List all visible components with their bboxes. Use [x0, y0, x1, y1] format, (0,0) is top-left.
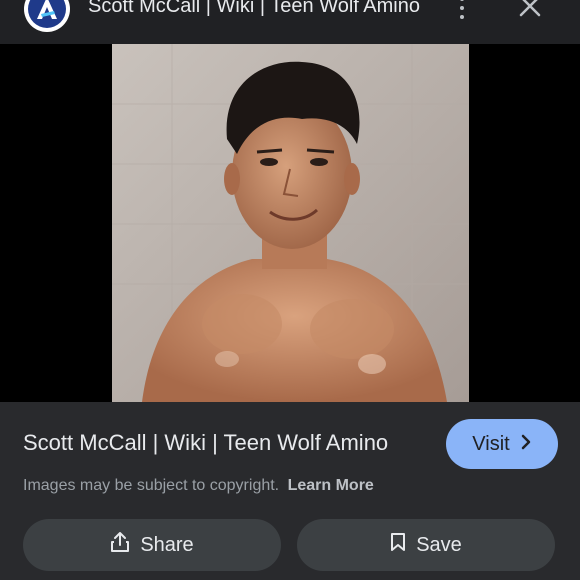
image-viewer	[0, 44, 580, 402]
close-icon[interactable]	[512, 0, 548, 24]
more-dot	[460, 6, 464, 10]
learn-more-link[interactable]: Learn More	[288, 477, 374, 494]
visit-button[interactable]: Visit	[446, 419, 558, 469]
share-label: Share	[140, 533, 194, 556]
viewer-header: Scott McCall | Wiki | Teen Wolf Amino	[0, 0, 580, 44]
bookmark-icon	[390, 532, 406, 558]
result-title[interactable]: Scott McCall | Wiki | Teen Wolf Amino	[23, 430, 388, 456]
share-button[interactable]: Share	[23, 519, 281, 571]
more-vert-icon[interactable]	[448, 0, 476, 26]
more-dot	[460, 0, 464, 1]
more-dot	[460, 15, 464, 19]
amino-logo-icon[interactable]	[24, 0, 70, 32]
preview-image[interactable]	[112, 44, 469, 402]
header-title[interactable]: Scott McCall | Wiki | Teen Wolf Amino	[88, 0, 428, 18]
save-label: Save	[416, 533, 462, 556]
share-icon	[110, 531, 130, 559]
chevron-right-icon	[520, 433, 532, 456]
result-panel: Scott McCall | Wiki | Teen Wolf Amino Vi…	[0, 402, 580, 580]
visit-label: Visit	[472, 432, 510, 455]
copyright-text: Images may be subject to copyright.	[23, 477, 280, 494]
copyright-notice: Images may be subject to copyright. Lear…	[23, 477, 374, 495]
save-button[interactable]: Save	[297, 519, 555, 571]
